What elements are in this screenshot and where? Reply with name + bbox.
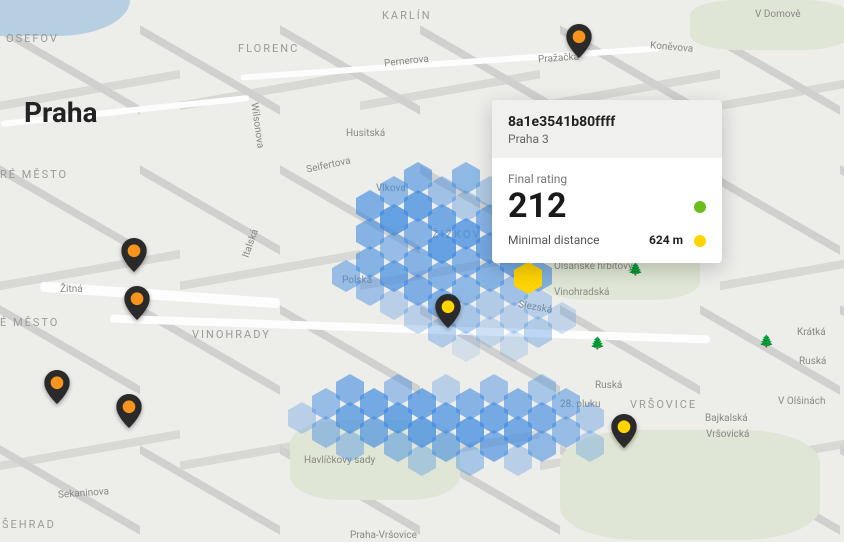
hex-cell[interactable] <box>356 274 384 306</box>
hex-cell-selected[interactable] <box>514 262 542 294</box>
district-label: FLORENC <box>238 42 299 55</box>
hex-cell[interactable] <box>452 218 480 250</box>
road <box>0 95 249 127</box>
info-popup[interactable]: 8a1e3541b80ffff Praha 3 Final rating 212… <box>492 100 722 263</box>
street-label: Ruská <box>595 380 622 391</box>
hex-cell[interactable] <box>476 288 504 320</box>
hex-cell[interactable] <box>380 176 408 208</box>
park-area <box>290 420 460 500</box>
hex-cell[interactable] <box>380 288 408 320</box>
hex-cell[interactable] <box>452 246 480 278</box>
rating-status-dot <box>694 201 706 213</box>
hex-cell[interactable] <box>356 190 384 222</box>
street-label: Seifertova <box>305 155 351 175</box>
district-label: É MĚSTO <box>0 316 59 329</box>
hex-cell[interactable] <box>404 162 432 194</box>
street-label: Polská <box>342 275 372 286</box>
hex-cell[interactable] <box>404 218 432 250</box>
map-viewport[interactable]: Praha KARLÍNFLORENCOSEFOVRÉ MĚSTOÉ MĚSTO… <box>0 0 844 542</box>
street-label: Sekaninova <box>58 486 110 501</box>
distance-label: Minimal distance <box>508 233 600 247</box>
hex-cell[interactable] <box>380 232 408 264</box>
map-pin[interactable] <box>435 294 461 328</box>
street-label: Italská <box>241 228 261 260</box>
hex-cell[interactable] <box>552 388 580 420</box>
hex-cell[interactable] <box>576 402 604 434</box>
distance-value: 624 m <box>649 233 683 247</box>
street-label: Husitská <box>346 128 385 139</box>
hex-cell[interactable] <box>428 204 456 236</box>
hex-cell[interactable] <box>452 190 480 222</box>
district-label: RÉ MĚSTO <box>0 168 68 181</box>
hex-cell[interactable] <box>500 274 528 306</box>
hex-cell[interactable] <box>476 260 504 292</box>
tree-icon: 🌲 <box>759 334 774 348</box>
road <box>240 45 659 80</box>
hex-cell[interactable] <box>408 388 436 420</box>
hex-cell[interactable] <box>528 430 556 462</box>
hex-cell[interactable] <box>312 388 340 420</box>
hex-cell[interactable] <box>428 232 456 264</box>
hex-cell[interactable] <box>332 260 360 292</box>
hex-cell[interactable] <box>524 288 552 320</box>
rating-value: 212 <box>508 188 567 225</box>
park-area <box>690 0 844 50</box>
map-pin[interactable] <box>124 286 150 320</box>
hex-cell[interactable] <box>404 274 432 306</box>
district-label: KARLÍN <box>382 9 432 22</box>
rating-label: Final rating <box>508 172 706 186</box>
street-label: Krátká <box>797 327 826 338</box>
hex-cell[interactable] <box>356 246 384 278</box>
hex-cell[interactable] <box>504 444 532 476</box>
hex-cell[interactable] <box>404 190 432 222</box>
popup-header: 8a1e3541b80ffff Praha 3 <box>492 100 722 158</box>
hex-cell[interactable] <box>380 204 408 236</box>
street-label: Bajkalská <box>705 413 748 424</box>
street-label: Wilsonova <box>248 102 265 149</box>
hex-cell[interactable] <box>356 218 384 250</box>
hex-cell[interactable] <box>336 374 364 406</box>
river-segment <box>0 0 130 36</box>
district-label: ŠEHRAD <box>2 518 56 531</box>
distance-status-dot <box>694 235 706 247</box>
hex-cell[interactable] <box>384 374 412 406</box>
street-label: Ruská <box>799 356 826 367</box>
map-pin[interactable] <box>611 414 637 448</box>
street-label: Vlkova <box>376 183 406 194</box>
hex-cell[interactable] <box>432 374 460 406</box>
popup-title: 8a1e3541b80ffff <box>508 114 706 130</box>
park-area <box>560 430 820 540</box>
street-label: V Olšinách <box>778 396 825 407</box>
hex-cell[interactable] <box>404 246 432 278</box>
hex-cell[interactable] <box>480 402 508 434</box>
map-pin[interactable] <box>566 24 592 58</box>
street-label: Praha-Vršovice <box>350 530 417 541</box>
hex-cell[interactable] <box>480 430 508 462</box>
hex-cell[interactable] <box>360 388 388 420</box>
street-label: Slezská <box>517 299 553 316</box>
district-label: ŽIŽKOV <box>432 228 481 241</box>
map-pin[interactable] <box>116 394 142 428</box>
hex-cell[interactable] <box>456 388 484 420</box>
hex-cell[interactable] <box>428 176 456 208</box>
hex-cell[interactable] <box>452 162 480 194</box>
hex-cell[interactable] <box>456 444 484 476</box>
hex-cell[interactable] <box>456 416 484 448</box>
road <box>40 282 280 309</box>
map-pin[interactable] <box>121 238 147 272</box>
hex-cell[interactable] <box>504 416 532 448</box>
hex-cell[interactable] <box>528 374 556 406</box>
hex-cell[interactable] <box>480 374 508 406</box>
map-pin[interactable] <box>44 370 70 404</box>
popup-subtitle: Praha 3 <box>508 132 706 146</box>
district-label: VINOHRADY <box>192 328 271 341</box>
hex-cell[interactable] <box>528 402 556 434</box>
hex-cell[interactable] <box>380 260 408 292</box>
street-label: 28. pluku <box>560 399 601 410</box>
road <box>110 315 710 344</box>
hex-cell[interactable] <box>428 260 456 292</box>
district-label: VRŠOVICE <box>630 398 697 411</box>
hex-cell[interactable] <box>504 388 532 420</box>
